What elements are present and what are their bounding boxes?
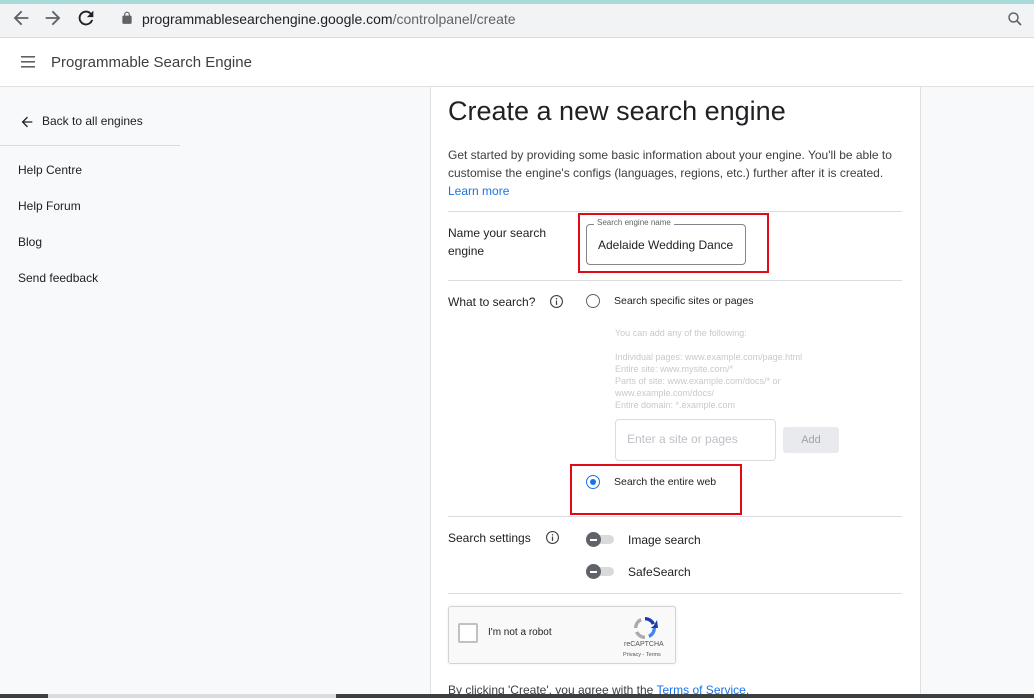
search-engine-name-label: Search engine name — [594, 218, 674, 227]
sidebar-link-help-centre[interactable]: Help Centre — [18, 163, 82, 177]
arrow-left-icon[interactable] — [19, 114, 35, 130]
recaptcha-label: I'm not a robot — [488, 627, 552, 638]
radio-search-entire-web[interactable] — [586, 475, 600, 489]
recaptcha-logo-icon — [631, 614, 659, 642]
lock-icon — [120, 11, 134, 25]
site-input-placeholder: Enter a site or pages — [627, 432, 738, 446]
divider — [448, 280, 902, 281]
hint-line: Parts of site: www.example.com/docs/* or — [615, 376, 781, 386]
back-to-all-engines-link[interactable]: Back to all engines — [42, 114, 143, 128]
page-title: Create a new search engine — [448, 96, 786, 126]
menu-icon[interactable] — [20, 55, 36, 69]
divider — [448, 516, 902, 517]
highlight-box-entire-web — [570, 464, 742, 515]
hint-line: Entire domain: *.example.com — [615, 400, 736, 410]
url-host: programmablesearchengine.google.com — [142, 11, 393, 27]
what-to-search-label: What to search? — [448, 295, 536, 309]
right-background — [921, 87, 1034, 698]
sidebar-link-send-feedback[interactable]: Send feedback — [18, 271, 98, 285]
url-path: /controlpanel/create — [392, 11, 516, 27]
radio-label-entire-web[interactable]: Search the entire web — [614, 476, 716, 488]
hint-line: Entire site: www.mysite.com/* — [615, 364, 734, 374]
zoom-icon[interactable] — [1006, 10, 1024, 28]
image-search-label: Image search — [628, 533, 701, 547]
hint-line: www.example.com/docs/ — [615, 388, 715, 398]
info-icon[interactable] — [545, 530, 560, 545]
name-section-label: Name your search engine — [448, 226, 547, 258]
add-site-button[interactable]: Add — [783, 427, 839, 453]
image-search-toggle[interactable] — [586, 532, 614, 547]
safesearch-label: SafeSearch — [628, 565, 691, 579]
sidebar — [0, 87, 430, 698]
info-icon[interactable] — [549, 294, 564, 309]
recaptcha-terms[interactable]: Privacy - Terms — [623, 652, 661, 658]
radio-label-specific-sites[interactable]: Search specific sites or pages — [614, 295, 753, 307]
search-engine-name-value[interactable]: Adelaide Wedding Dance — [598, 238, 733, 252]
divider — [448, 211, 902, 212]
reload-icon[interactable] — [75, 7, 97, 29]
sidebar-link-blog[interactable]: Blog — [18, 235, 42, 249]
hint-line: Individual pages: www.example.com/page.h… — [615, 352, 803, 362]
hint-intro: You can add any of the following: — [615, 328, 747, 338]
forward-arrow-icon[interactable] — [42, 7, 64, 29]
divider — [448, 593, 902, 594]
url-text[interactable]: programmablesearchengine.google.com/cont… — [142, 11, 516, 27]
learn-more-link[interactable]: Learn more — [448, 184, 509, 198]
app-title: Programmable Search Engine — [51, 54, 252, 71]
bottom-bar-segment — [48, 694, 336, 698]
search-settings-label: Search settings — [448, 531, 531, 545]
sidebar-link-help-forum[interactable]: Help Forum — [18, 199, 81, 213]
intro-text: Get started by providing some basic info… — [448, 146, 903, 200]
back-arrow-icon[interactable] — [10, 7, 32, 29]
intro-body: Get started by providing some basic info… — [448, 148, 892, 180]
radio-search-specific-sites[interactable] — [586, 294, 600, 308]
recaptcha-brand: reCAPTCHA — [624, 641, 664, 648]
recaptcha-checkbox[interactable] — [458, 623, 478, 643]
sidebar-divider — [0, 145, 180, 146]
safesearch-toggle[interactable] — [586, 564, 614, 579]
